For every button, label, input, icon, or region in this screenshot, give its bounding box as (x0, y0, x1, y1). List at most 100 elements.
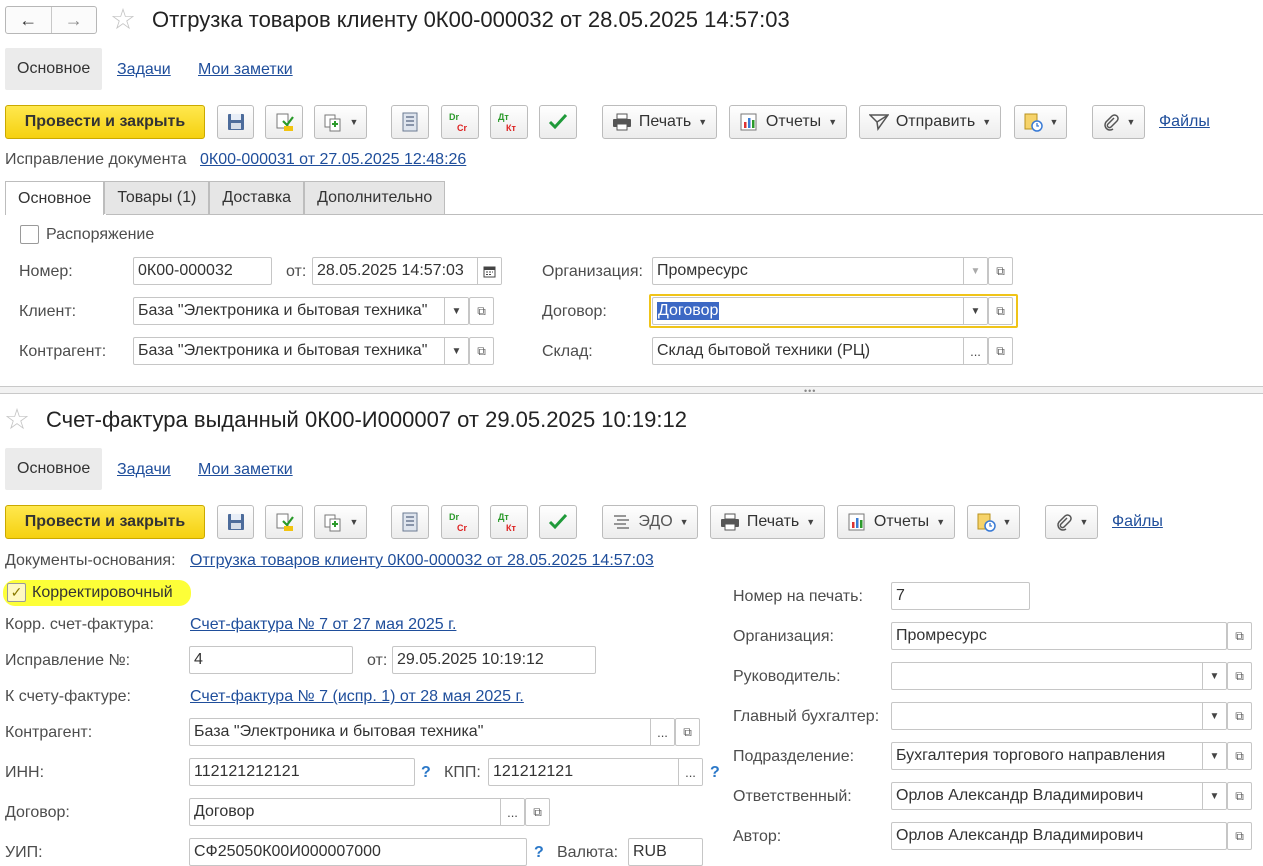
department-field[interactable]: Бухгалтерия торгового направления ▼ (891, 742, 1227, 770)
client-field[interactable]: База "Электроника и бытовая техника" ▼ (133, 297, 469, 325)
responsible-field[interactable]: Орлов Александр Владимирович ▼ (891, 782, 1227, 810)
invoice-dt-kt-button[interactable]: Дт Кт (490, 505, 528, 539)
favorite-star-icon[interactable]: ☆ (110, 5, 136, 35)
invoice-create-based-on-button[interactable]: ▼ (314, 505, 367, 539)
open-invoice-contract-icon[interactable]: ⧉ (525, 798, 550, 826)
print-button[interactable]: Печать ▼ (602, 105, 717, 139)
invoice-tab-main[interactable]: Основное (5, 448, 103, 490)
back-arrow-icon[interactable]: ← (6, 7, 51, 33)
corr-invoice-link[interactable]: Счет-фактура № 7 от 27 мая 2025 г. (190, 616, 456, 634)
check-button[interactable] (539, 105, 577, 139)
chief-accountant-field[interactable]: ▼ (891, 702, 1227, 730)
post-and-close-button[interactable]: Провести и закрыть (5, 105, 205, 139)
open-responsible-icon[interactable]: ⧉ (1227, 782, 1252, 810)
invoice-contract-field[interactable]: Договор ... (189, 798, 525, 826)
uip-help-icon[interactable]: ? (534, 844, 544, 862)
disposition-checkbox[interactable] (20, 225, 39, 244)
select-ellipsis-icon[interactable]: ... (500, 799, 524, 825)
print-number-field[interactable]: 7 (891, 582, 1030, 610)
tasks-link[interactable]: Задачи (117, 61, 171, 79)
base-document-link[interactable]: Отгрузка товаров клиенту 0К00-000032 от … (190, 552, 654, 570)
journal-button[interactable] (391, 105, 429, 139)
open-client-icon[interactable]: ⧉ (469, 297, 494, 325)
open-author-icon[interactable]: ⧉ (1227, 822, 1252, 850)
select-ellipsis-icon[interactable]: ... (650, 719, 674, 745)
files-link[interactable]: Файлы (1159, 113, 1210, 131)
invoice-reports-button[interactable]: Отчеты ▼ (837, 505, 955, 539)
head-field[interactable]: ▼ (891, 662, 1227, 690)
calendar-icon[interactable] (477, 258, 501, 284)
open-chief-accountant-icon[interactable]: ⧉ (1227, 702, 1252, 730)
open-invoice-counterparty-icon[interactable]: ⧉ (675, 718, 700, 746)
tab-main-section[interactable]: Основное (5, 181, 105, 215)
dropdown-arrow-icon[interactable]: ▼ (1202, 783, 1226, 809)
invoice-check-button[interactable] (539, 505, 577, 539)
reports-button[interactable]: Отчеты ▼ (729, 105, 847, 139)
dropdown-arrow-icon[interactable]: ▼ (444, 338, 468, 364)
corrective-checkbox[interactable]: ✓ (7, 583, 26, 602)
invoice-counterparty-field[interactable]: База "Электроника и бытовая техника" ... (189, 718, 675, 746)
kpp-field[interactable]: 121212121 ... (488, 758, 703, 786)
currency-field[interactable]: RUB (628, 838, 703, 866)
invoice-dr-cr-button[interactable]: Dr Cr (441, 505, 479, 539)
number-field[interactable]: 0К00-000032 (133, 257, 272, 285)
tab-main[interactable]: Основное (5, 48, 103, 90)
invoice-post-and-close-button[interactable]: Провести и закрыть (5, 505, 205, 539)
invoice-files-link[interactable]: Файлы (1112, 513, 1163, 531)
select-ellipsis-icon[interactable]: ... (963, 338, 987, 364)
dropdown-arrow-icon[interactable]: ▼ (1202, 663, 1226, 689)
save-button[interactable] (217, 105, 254, 139)
date-field[interactable]: 28.05.2025 14:57:03 (312, 257, 502, 285)
warehouse-field[interactable]: Склад бытовой техники (РЦ) ... (652, 337, 988, 365)
invoice-tasks-menu-button[interactable]: ▼ (967, 505, 1020, 539)
uip-field[interactable]: СФ25050К00И000007000 (189, 838, 527, 866)
dropdown-arrow-icon[interactable]: ▼ (963, 258, 987, 284)
to-invoice-link[interactable]: Счет-фактура № 7 (испр. 1) от 28 мая 202… (190, 688, 524, 706)
select-ellipsis-icon[interactable]: ... (678, 759, 702, 785)
tasks-menu-button[interactable]: ▼ (1014, 105, 1067, 139)
tab-delivery[interactable]: Доставка (209, 181, 305, 214)
open-counterparty-icon[interactable]: ⧉ (469, 337, 494, 365)
open-contract-icon[interactable]: ⧉ (988, 297, 1013, 325)
invoice-print-button[interactable]: Печать ▼ (710, 505, 825, 539)
open-invoice-organization-icon[interactable]: ⧉ (1227, 622, 1252, 650)
correction-date-field[interactable]: 29.05.2025 10:19:12 (392, 646, 596, 674)
invoice-attachments-button[interactable]: ▼ (1045, 505, 1098, 539)
dt-kt-button[interactable]: Дт Кт (490, 105, 528, 139)
invoice-organization-field[interactable]: Промресурс (891, 622, 1227, 650)
dropdown-arrow-icon[interactable]: ▼ (444, 298, 468, 324)
inn-field[interactable]: 112121212121 (189, 758, 415, 786)
send-button[interactable]: Отправить ▼ (859, 105, 1001, 139)
open-department-icon[interactable]: ⧉ (1227, 742, 1252, 770)
open-warehouse-icon[interactable]: ⧉ (988, 337, 1013, 365)
dropdown-arrow-icon[interactable]: ▼ (963, 298, 987, 324)
contract-field[interactable]: Договор ▼ (652, 297, 988, 325)
dr-cr-button[interactable]: Dr Cr (441, 105, 479, 139)
tab-goods[interactable]: Товары (1) (104, 181, 210, 214)
organization-field[interactable]: Промресурс ▼ (652, 257, 988, 285)
counterparty-field[interactable]: База "Электроника и бытовая техника" ▼ (133, 337, 469, 365)
kpp-help-icon[interactable]: ? (710, 764, 720, 782)
inn-help-icon[interactable]: ? (421, 764, 431, 782)
open-head-icon[interactable]: ⧉ (1227, 662, 1252, 690)
invoice-my-notes-link[interactable]: Мои заметки (198, 461, 293, 479)
tab-additional[interactable]: Дополнительно (304, 181, 446, 214)
dropdown-arrow-icon[interactable]: ▼ (1202, 703, 1226, 729)
my-notes-link[interactable]: Мои заметки (198, 61, 293, 79)
attachments-button[interactable]: ▼ (1092, 105, 1145, 139)
open-organization-icon[interactable]: ⧉ (988, 257, 1013, 285)
create-based-on-button[interactable]: ▼ (314, 105, 367, 139)
invoice-post-button[interactable] (265, 505, 303, 539)
post-button[interactable] (265, 105, 303, 139)
correction-document-link[interactable]: 0К00-000031 от 27.05.2025 12:48:26 (200, 151, 466, 169)
dropdown-arrow-icon[interactable]: ▼ (1202, 743, 1226, 769)
favorite-star-icon[interactable]: ☆ (4, 405, 30, 435)
invoice-save-button[interactable] (217, 505, 254, 539)
correction-number-field[interactable]: 4 (189, 646, 353, 674)
invoice-journal-button[interactable] (391, 505, 429, 539)
window-splitter[interactable] (0, 386, 1263, 394)
edo-button[interactable]: ЭДО ▼ (602, 505, 698, 539)
invoice-tasks-link[interactable]: Задачи (117, 461, 171, 479)
forward-arrow-icon[interactable]: → (50, 7, 97, 33)
author-field[interactable]: Орлов Александр Владимирович (891, 822, 1227, 850)
